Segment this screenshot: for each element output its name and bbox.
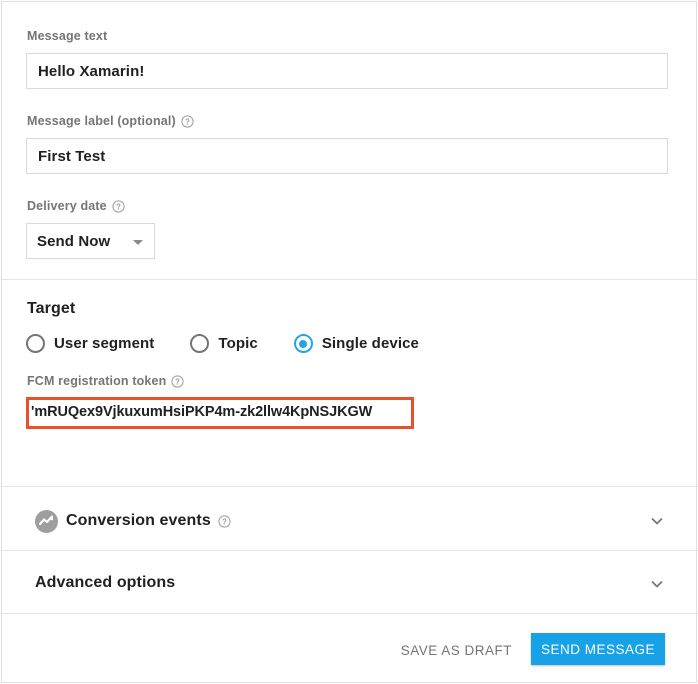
message-fields-section: Message text Message label (optional) ? … [2, 2, 698, 279]
message-label-input[interactable] [26, 138, 668, 174]
delivery-date-label: Delivery date ? [27, 199, 125, 213]
radio-single-device-label: Single device [322, 335, 419, 352]
radio-topic-label: Topic [218, 335, 257, 352]
radio-user-segment[interactable]: User segment [26, 334, 154, 353]
conversion-events-section[interactable]: Conversion events ? [2, 487, 698, 550]
svg-text:?: ? [175, 377, 180, 386]
notification-composer-page: Message text Message label (optional) ? … [0, 0, 698, 684]
fcm-token-label: FCM registration token ? [27, 374, 184, 388]
message-label-label-text: Message label (optional) [27, 114, 176, 128]
svg-text:?: ? [116, 202, 121, 211]
message-text-input[interactable] [26, 53, 668, 89]
radio-user-segment-label: User segment [54, 335, 154, 352]
analytics-trend-icon [34, 509, 59, 534]
conversion-events-title-text: Conversion events [66, 512, 211, 530]
target-section: Target User segment Topic Single device … [2, 280, 698, 486]
fcm-token-input[interactable] [26, 397, 414, 428]
message-text-label: Message text [27, 29, 107, 43]
target-radio-group: User segment Topic Single device [26, 334, 419, 353]
save-as-draft-button[interactable]: SAVE AS DRAFT [391, 635, 522, 666]
advanced-options-section[interactable]: Advanced options [2, 551, 698, 613]
action-bar: SAVE AS DRAFT SEND MESSAGE [2, 614, 698, 684]
message-label-label: Message label (optional) ? [27, 114, 194, 128]
radio-circle-icon [26, 334, 45, 353]
help-circle-icon[interactable]: ? [112, 200, 125, 213]
send-message-button[interactable]: SEND MESSAGE [531, 633, 665, 665]
radio-topic[interactable]: Topic [190, 334, 257, 353]
fcm-token-label-text: FCM registration token [27, 374, 166, 388]
svg-text:?: ? [185, 117, 190, 126]
radio-circle-selected-icon [294, 334, 313, 353]
delivery-date-value: Send Now [37, 233, 110, 250]
chevron-down-icon[interactable] [649, 576, 665, 592]
advanced-options-title-text: Advanced options [35, 574, 175, 592]
fcm-token-field-wrapper [26, 397, 414, 431]
composer-card: Message text Message label (optional) ? … [1, 1, 697, 683]
radio-single-device[interactable]: Single device [294, 334, 419, 353]
advanced-options-title: Advanced options [35, 574, 175, 592]
help-circle-icon[interactable]: ? [218, 515, 231, 528]
caret-down-icon [133, 240, 143, 245]
delivery-date-label-text: Delivery date [27, 199, 107, 213]
message-text-label-text: Message text [27, 29, 107, 43]
svg-text:?: ? [222, 517, 227, 526]
target-title: Target [27, 300, 75, 318]
help-circle-icon[interactable]: ? [171, 375, 184, 388]
delivery-date-select[interactable]: Send Now [26, 223, 155, 259]
help-circle-icon[interactable]: ? [181, 115, 194, 128]
chevron-down-icon[interactable] [649, 513, 665, 529]
conversion-events-title: Conversion events ? [66, 512, 231, 530]
radio-circle-icon [190, 334, 209, 353]
